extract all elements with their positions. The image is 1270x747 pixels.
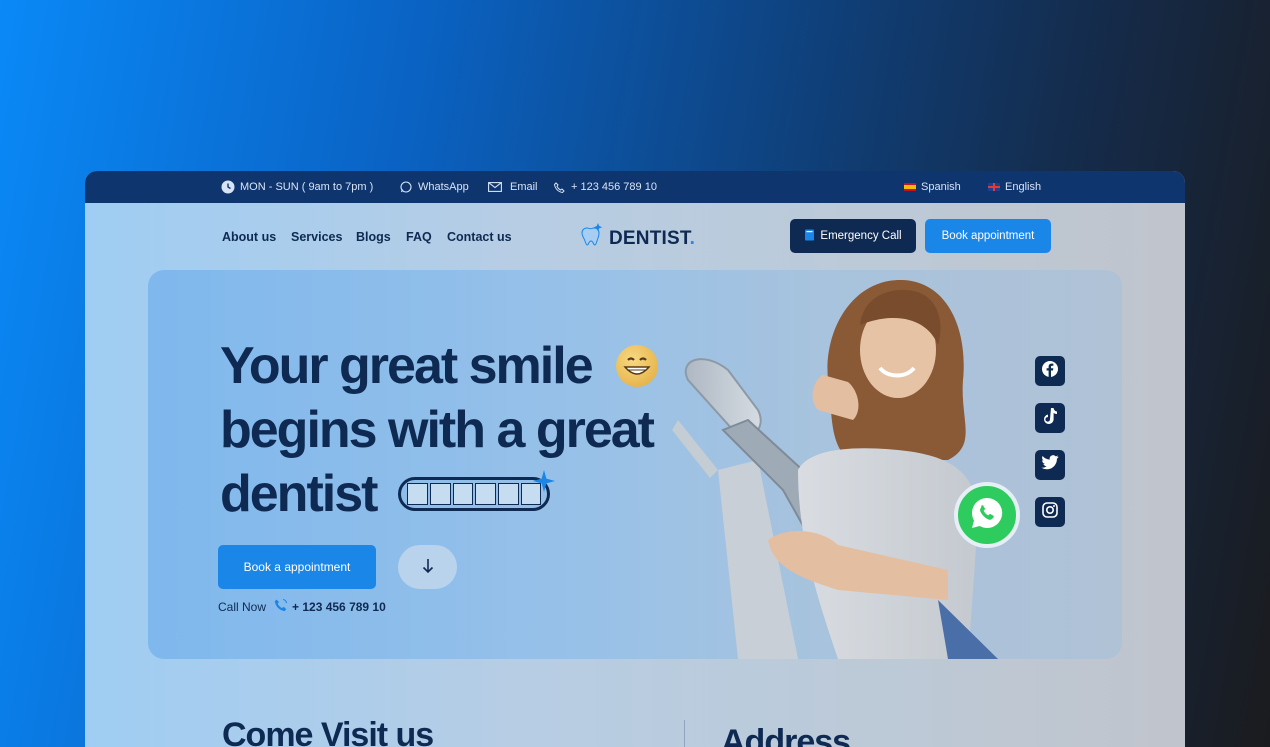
book-appointment-button[interactable]: Book appointment: [925, 219, 1051, 253]
instagram-icon: [1042, 501, 1058, 523]
opening-hours: MON - SUN ( 9am to 7pm ): [221, 171, 373, 203]
tiktok-icon: [1042, 407, 1058, 430]
spain-flag-icon: [904, 183, 916, 191]
email-label: Email: [510, 181, 538, 193]
nav-contact-us[interactable]: Contact us: [447, 230, 512, 244]
twitter-icon: [1041, 455, 1059, 475]
language-spanish[interactable]: Spanish: [904, 171, 961, 203]
facebook-icon: [1041, 360, 1059, 383]
english-label: English: [1005, 181, 1042, 193]
hours-text: MON - SUN ( 9am to 7pm ): [240, 181, 374, 193]
spanish-label: Spanish: [921, 181, 961, 193]
nav-blogs[interactable]: Blogs: [356, 230, 391, 244]
whatsapp-chat-button[interactable]: [954, 482, 1020, 548]
progress-pill-decoration: [398, 470, 556, 511]
nav-faq[interactable]: FAQ: [406, 230, 432, 244]
address-section-title: Address: [721, 723, 851, 747]
emergency-call-label: Emergency Call: [820, 230, 902, 242]
call-now-label: Call Now: [218, 599, 267, 614]
scroll-down-button[interactable]: [398, 545, 457, 589]
book-icon: [804, 229, 815, 244]
nav-services[interactable]: Services: [291, 230, 342, 244]
facebook-link[interactable]: [1035, 356, 1065, 386]
tooth-sparkle-icon: [578, 223, 604, 254]
hero-book-appointment-button[interactable]: Book a appointment: [218, 545, 376, 589]
call-now: Call Now + 123 456 789 10: [218, 598, 386, 615]
envelope-icon: [488, 180, 502, 194]
uk-flag-icon: [988, 183, 1000, 191]
whatsapp-icon: [969, 495, 1005, 536]
visit-section-title: Come Visit us: [222, 716, 434, 747]
sparkle-icon: [533, 470, 556, 492]
whatsapp-icon: [399, 180, 413, 194]
top-info-bar: MON - SUN ( 9am to 7pm ) WhatsApp Email …: [85, 171, 1185, 203]
patient-photo: [672, 279, 998, 659]
hero-section: Your great smile begins with a great den…: [148, 270, 1122, 659]
tiktok-link[interactable]: [1035, 403, 1065, 433]
whatsapp-link[interactable]: WhatsApp: [399, 171, 469, 203]
call-now-link[interactable]: + 123 456 789 10: [274, 598, 386, 615]
instagram-link[interactable]: [1035, 497, 1065, 527]
arrow-down-icon: [422, 558, 434, 577]
social-links: [1035, 356, 1065, 527]
clock-icon: [221, 180, 235, 194]
language-english[interactable]: English: [988, 171, 1041, 203]
logo-text: DENTIST.: [609, 227, 696, 249]
phone-icon: [552, 180, 566, 194]
twitter-link[interactable]: [1035, 450, 1065, 480]
nav-about-us[interactable]: About us: [222, 230, 276, 244]
whatsapp-label: WhatsApp: [418, 181, 469, 193]
section-divider: [684, 720, 685, 747]
website-preview: MON - SUN ( 9am to 7pm ) WhatsApp Email …: [85, 171, 1185, 747]
emergency-call-button[interactable]: Emergency Call: [790, 219, 916, 253]
headline-line-2: begins with a great: [220, 401, 655, 459]
main-navigation: About us Services Blogs FAQ Contact us D…: [85, 203, 1185, 269]
headline-line-3: dentist: [220, 462, 658, 526]
phone-text: + 123 456 789 10: [571, 181, 657, 193]
hero-headline: Your great smile begins with a great den…: [220, 334, 658, 526]
grinning-emoji-icon: [615, 345, 658, 387]
site-logo[interactable]: DENTIST.: [578, 223, 695, 254]
email-link[interactable]: Email: [488, 171, 538, 203]
phone-link[interactable]: + 123 456 789 10: [552, 171, 657, 203]
call-now-number: + 123 456 789 10: [292, 599, 386, 614]
headline-line-1: Your great smile: [220, 334, 658, 398]
phone-ringing-icon: [274, 598, 288, 615]
